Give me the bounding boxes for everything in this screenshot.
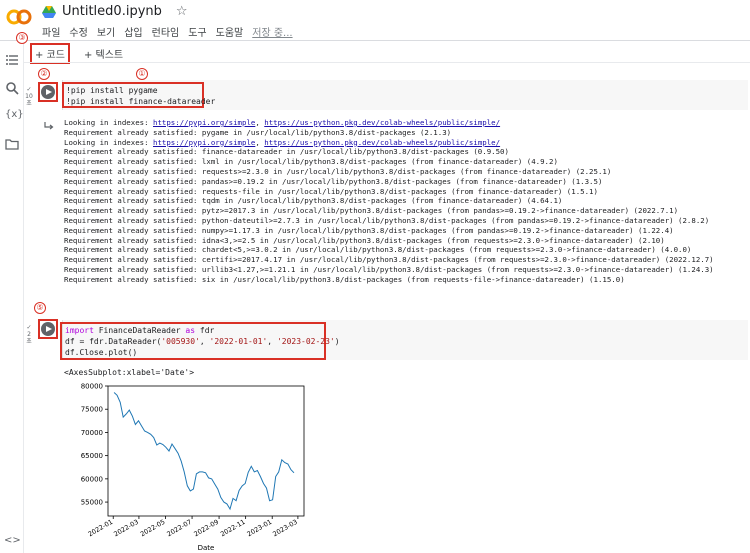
saving-status: 저장 중... (252, 28, 293, 39)
output-line: Requirement already satisfied: six in /u… (64, 274, 625, 284)
output-line: Requirement already satisfied: python-da… (64, 215, 710, 225)
annotation-5: ⑤ (34, 302, 46, 314)
y-tick-label: 60000 (81, 475, 103, 483)
output-line: Looking in indexes: https://pypi.org/sim… (64, 118, 501, 127)
y-tick-label: 70000 (81, 429, 103, 437)
x-tick-label: 2023-01 (246, 518, 274, 539)
menu-edit[interactable]: 수정 (69, 24, 87, 39)
left-rail: {x} (0, 41, 24, 553)
code-cell-1[interactable]: ② ① ✓ 10 초 !pip install pygame !pip inst… (25, 68, 748, 306)
output-line: Requirement already satisfied: pytz>=201… (64, 206, 679, 216)
plot-frame (107, 385, 305, 517)
code-highlight: import FinanceDataReader as fdr df = fdr… (60, 322, 340, 360)
code-line-2: df = fdr.DataReader('005930', '2022-01-0… (65, 337, 340, 346)
toolbar-divider (24, 62, 750, 63)
notebook-title[interactable]: Untitled0.ipynb (62, 4, 162, 19)
output-line: Requirement already satisfied: pygame in… (64, 127, 452, 137)
output-line: Requirement already satisfied: lxml in /… (64, 157, 558, 167)
check-icon: ✓ (26, 324, 32, 331)
annotation-1: ① (136, 68, 148, 80)
output-line: Requirement already satisfied: chardet<5… (64, 245, 692, 255)
output-line: Requirement already satisfied: pandas>=0… (64, 176, 603, 186)
output-link[interactable]: https://us-python.pkg.dev/colab-wheels/p… (264, 118, 500, 127)
variables-icon[interactable]: {x} (5, 109, 24, 123)
menu-runtime[interactable]: 런타임 (152, 24, 180, 39)
add-code-button[interactable]: + 코드 (30, 43, 70, 64)
output-line: Requirement already satisfied: idna<3,>=… (64, 235, 665, 245)
add-text-label: + 텍스트 (83, 50, 124, 61)
exec-time: 2 (27, 331, 31, 338)
x-tick-label: 2022-11 (219, 518, 247, 539)
star-icon[interactable]: ☆ (176, 4, 188, 19)
annotation-2: ② (38, 68, 50, 80)
menu-tools[interactable]: 도구 (188, 24, 206, 39)
colab-logo (6, 9, 32, 25)
menubar: 파일 수정 보기 삽입 런타임 도구 도움말 저장 중... (42, 24, 293, 39)
cell-output: Looking in indexes: https://pypi.org/sim… (64, 118, 744, 285)
menu-view[interactable]: 보기 (97, 24, 115, 39)
header-divider (0, 40, 750, 41)
code-line-3: df.Close.plot() (65, 348, 138, 357)
output-line: Requirement already satisfied: certifi>=… (64, 255, 714, 265)
y-tick-label: 80000 (81, 383, 103, 391)
x-tick-label: 2022-03 (112, 518, 140, 539)
code-line: !pip install finance-datareader (66, 97, 216, 106)
annotation-3: ③ (16, 32, 28, 44)
exec-time: 10 (25, 93, 33, 100)
run-cell-button[interactable] (41, 322, 55, 336)
exec-status: ✓ 2 초 (24, 324, 34, 345)
output-line: Requirement already satisfied: numpy>=1.… (64, 225, 674, 235)
y-tick-label: 75000 (81, 406, 103, 414)
exec-status: ✓ 10 초 (24, 86, 34, 107)
menu-file[interactable]: 파일 (42, 24, 60, 39)
toc-icon[interactable] (5, 53, 19, 67)
code-highlight: !pip install pygame !pip install finance… (62, 82, 216, 108)
output-line: Requirement already satisfied: urllib3<1… (64, 264, 714, 274)
output-options-icon[interactable] (44, 122, 54, 131)
output-link[interactable]: https://pypi.org/simple (153, 118, 255, 127)
code-snippets-icon[interactable]: <> (4, 535, 21, 546)
x-axis-label: Date (198, 544, 215, 550)
y-tick-label: 55000 (81, 499, 103, 507)
code-cell-2[interactable]: ⑤ ④ ✓ 2 초 import FinanceDataReader as fd… (26, 302, 748, 550)
check-icon: ✓ (26, 86, 32, 93)
output-line: Requirement already satisfied: tqdm in /… (64, 196, 563, 206)
run-cell-button[interactable] (41, 85, 55, 99)
x-tick-label: 2022-01 (87, 518, 115, 539)
search-icon[interactable] (5, 81, 19, 95)
output-line: Requirement already satisfied: requests>… (64, 166, 612, 176)
folder-icon[interactable] (5, 137, 19, 151)
output-line: Requirement already satisfied: requests-… (64, 186, 598, 196)
menu-help[interactable]: 도움말 (216, 24, 244, 39)
exec-unit: 초 (26, 338, 32, 345)
output-line: Requirement already satisfied: finance-d… (64, 147, 509, 157)
output-link[interactable]: https://pypi.org/simple (153, 138, 255, 147)
toolbar: + 코드 + 텍스트 (30, 43, 127, 64)
menu-insert[interactable]: 삽입 (124, 24, 142, 39)
y-tick-label: 65000 (81, 452, 103, 460)
output-link[interactable]: https://us-python.pkg.dev/colab-wheels/p… (264, 138, 500, 147)
x-tick-label: 2023-03 (271, 518, 299, 539)
code-line: !pip install pygame (66, 86, 158, 95)
add-code-label: + 코드 (35, 50, 65, 61)
line-chart: 5500060000650007000075000800002022-01202… (81, 383, 305, 550)
drive-icon[interactable] (42, 5, 56, 18)
x-tick-label: 2022-05 (139, 518, 167, 539)
output-text: <AxesSubplot:xlabel='Date'> (64, 368, 195, 377)
x-tick-label: 2022-09 (193, 518, 221, 539)
x-tick-label: 2022-07 (166, 518, 194, 539)
output-line: Looking in indexes: https://pypi.org/sim… (64, 137, 501, 147)
add-text-button[interactable]: + 텍스트 (80, 43, 127, 64)
exec-unit: 초 (26, 100, 32, 107)
code-line-1: import FinanceDataReader as fdr (65, 326, 215, 335)
